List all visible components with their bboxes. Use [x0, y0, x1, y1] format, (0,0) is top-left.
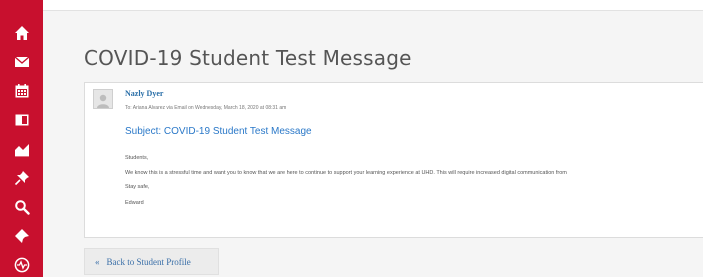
- top-bar: [43, 0, 703, 11]
- user-silhouette-icon: [97, 94, 109, 108]
- nav-bookmark[interactable]: [0, 224, 43, 248]
- nav-search[interactable]: [0, 195, 43, 219]
- message-subject: Subject: COVID-19 Student Test Message: [125, 126, 312, 137]
- activity-icon: [14, 257, 29, 273]
- home-icon: [14, 26, 29, 40]
- calendar-icon: [15, 84, 28, 98]
- book-icon: [15, 114, 28, 126]
- page-title: COVID-19 Student Test Message: [84, 46, 412, 70]
- bookmark-icon: [14, 229, 29, 243]
- mail-icon: [14, 56, 29, 67]
- message-body: We know this is a stressful time and wan…: [125, 170, 567, 176]
- message-card: Nazly Dyer To: Ariana Alvarez via Email …: [84, 82, 703, 238]
- back-to-student-profile-button[interactable]: « Back to Student Profile: [84, 248, 219, 275]
- pin-icon: [14, 171, 29, 186]
- nav-chart[interactable]: [0, 137, 43, 161]
- nav-book[interactable]: [0, 108, 43, 132]
- message-closing: Stay safe,: [125, 184, 150, 190]
- nav-calendar[interactable]: [0, 79, 43, 103]
- sidebar-nav: [0, 0, 43, 277]
- chart-icon: [14, 144, 29, 157]
- message-greeting: Students,: [125, 155, 149, 161]
- nav-pin[interactable]: [0, 166, 43, 190]
- message-meta: To: Ariana Alvarez via Email on Wednesda…: [125, 105, 287, 111]
- message-signature: Edward: [125, 200, 144, 206]
- avatar: [93, 89, 113, 109]
- back-button-label: Back to Student Profile: [106, 256, 191, 267]
- nav-mail[interactable]: [0, 50, 43, 74]
- search-icon: [14, 200, 30, 215]
- sender-name[interactable]: Nazly Dyer: [125, 89, 163, 98]
- nav-home[interactable]: [0, 21, 43, 45]
- back-arrow-icon: «: [95, 256, 100, 267]
- nav-activity[interactable]: [0, 253, 43, 277]
